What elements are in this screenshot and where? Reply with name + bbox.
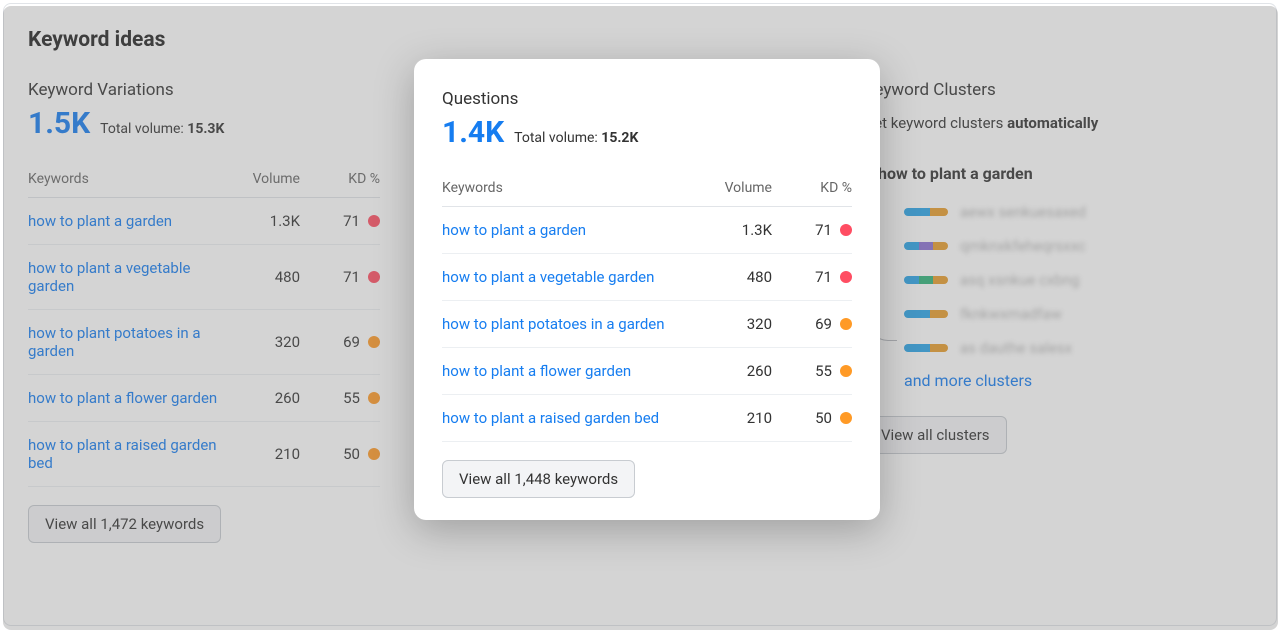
keyword-link[interactable]: how to plant a garden xyxy=(442,221,586,239)
questions-total-volume-value: 15.2K xyxy=(601,130,638,146)
questions-count: 1.4K xyxy=(442,115,504,150)
volume-cell: 480 xyxy=(702,254,772,301)
kd-dot-icon xyxy=(840,224,852,236)
th-keywords[interactable]: Keywords xyxy=(442,172,702,207)
kd-cell: 71 xyxy=(772,207,852,254)
questions-summary: 1.4K Total volume: 15.2K xyxy=(442,115,852,150)
kd-value: 71 xyxy=(815,221,832,239)
kd-value: 69 xyxy=(815,315,832,333)
table-row: how to plant potatoes in a garden 320 69 xyxy=(442,301,852,348)
table-row: how to plant a flower garden 260 55 xyxy=(442,348,852,395)
kd-cell: 71 xyxy=(772,254,852,301)
kd-cell: 50 xyxy=(772,395,852,442)
table-row: how to plant a garden 1.3K 71 xyxy=(442,207,852,254)
questions-table: Keywords Volume KD % how to plant a gard… xyxy=(442,172,852,442)
questions-tbody: how to plant a garden1.3K71how to plant … xyxy=(442,207,852,442)
kd-dot-icon xyxy=(840,412,852,424)
kd-dot-icon xyxy=(840,365,852,377)
kd-dot-icon xyxy=(840,318,852,330)
th-kd[interactable]: KD % xyxy=(772,172,852,207)
th-volume[interactable]: Volume xyxy=(702,172,772,207)
questions-popup: Questions 1.4K Total volume: 15.2K Keywo… xyxy=(414,59,880,520)
kd-cell: 55 xyxy=(772,348,852,395)
keyword-link[interactable]: how to plant a raised garden bed xyxy=(442,409,659,427)
volume-cell: 320 xyxy=(702,301,772,348)
kd-value: 55 xyxy=(815,362,832,380)
questions-total-volume: Total volume: 15.2K xyxy=(514,130,638,146)
keyword-link[interactable]: how to plant a vegetable garden xyxy=(442,268,654,286)
kd-value: 50 xyxy=(815,409,832,427)
kd-value: 71 xyxy=(815,268,832,286)
volume-cell: 210 xyxy=(702,395,772,442)
questions-title: Questions xyxy=(442,89,852,109)
keyword-link[interactable]: how to plant potatoes in a garden xyxy=(442,315,665,333)
table-row: how to plant a raised garden bed 210 50 xyxy=(442,395,852,442)
keyword-link[interactable]: how to plant a flower garden xyxy=(442,362,631,380)
kd-dot-icon xyxy=(840,271,852,283)
questions-total-volume-label: Total volume: xyxy=(514,130,598,146)
volume-cell: 260 xyxy=(702,348,772,395)
view-all-questions-button[interactable]: View all 1,448 keywords xyxy=(442,460,635,498)
table-row: how to plant a vegetable garden 480 71 xyxy=(442,254,852,301)
kd-cell: 69 xyxy=(772,301,852,348)
volume-cell: 1.3K xyxy=(702,207,772,254)
